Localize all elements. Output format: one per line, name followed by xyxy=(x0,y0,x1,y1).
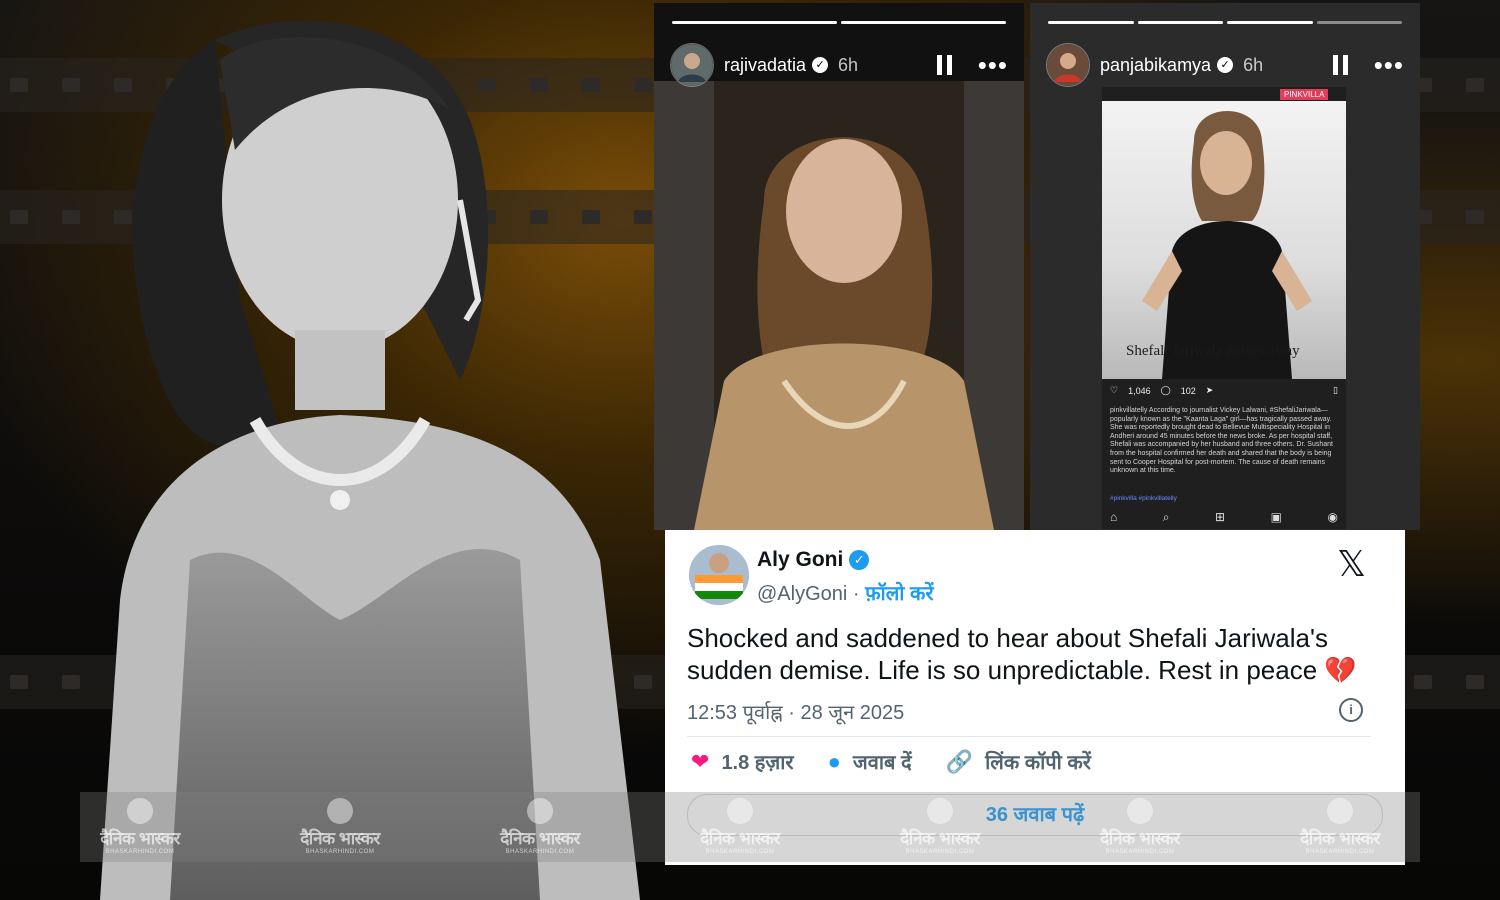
info-icon[interactable]: i xyxy=(1339,698,1363,722)
copy-link-button[interactable]: 🔗 लिंक कॉपी करें xyxy=(946,748,1091,775)
link-icon: 🔗 xyxy=(945,748,974,774)
x-logo-icon[interactable]: 𝕏 xyxy=(1337,544,1366,585)
more-options-icon[interactable]: ••• xyxy=(1374,52,1404,78)
pause-icon[interactable] xyxy=(1332,55,1348,75)
post-body-text: pinkvillatelly According to journalist V… xyxy=(1110,407,1333,475)
like-count: 1,046 xyxy=(1128,385,1151,396)
tweet-text: Shocked and saddened to hear about Shefa… xyxy=(687,623,1357,685)
post-caption: Shefali Jariwala passes away xyxy=(1126,343,1300,359)
add-post-icon[interactable]: ⊞ xyxy=(1215,510,1225,525)
story-progress-bar xyxy=(672,21,1006,24)
portrait-image xyxy=(100,20,640,900)
avatar[interactable] xyxy=(689,545,749,605)
verified-badge-icon: ✓ xyxy=(812,57,829,73)
instagram-story-panjabikamya[interactable]: panjabikamya ✓ 6h ••• PINKVILLA Shefali … xyxy=(1030,3,1420,530)
divider xyxy=(687,736,1371,737)
instagram-bottom-nav: ⌂ ⌕ ⊞ ▣ ◉ xyxy=(1110,510,1338,525)
profile-icon[interactable]: ◉ xyxy=(1328,510,1338,525)
verified-badge-icon: ✓ xyxy=(1217,57,1234,73)
story-username[interactable]: panjabikamya xyxy=(1100,55,1211,76)
story-time: 6h xyxy=(838,54,859,75)
story-photo xyxy=(654,81,1024,530)
home-icon[interactable]: ⌂ xyxy=(1110,510,1117,525)
more-options-icon[interactable]: ••• xyxy=(978,52,1008,78)
follow-link[interactable]: फ़ॉलो करें xyxy=(865,583,933,605)
tweet-timestamp[interactable]: 12:53 पूर्वाह्न · 28 जून 2025 xyxy=(687,698,904,725)
reply-button[interactable]: ● जवाब दें xyxy=(828,748,912,775)
reels-icon[interactable]: ▣ xyxy=(1271,510,1282,525)
post-photo xyxy=(1102,101,1346,379)
like-button[interactable]: ❤ 1.8 हज़ार xyxy=(691,748,794,775)
watermark-logo: दैनिक भास्कर BHASKARHINDI.COM xyxy=(480,798,600,855)
watermark-logo: दैनिक भास्कर BHASKARHINDI.COM xyxy=(280,798,400,855)
avatar[interactable] xyxy=(1046,43,1090,87)
story-username[interactable]: rajivadatia xyxy=(724,55,806,76)
pause-icon[interactable] xyxy=(936,55,952,75)
shared-instagram-post[interactable]: PINKVILLA Shefali Jariwala passes away ♡… xyxy=(1102,87,1346,529)
reply-bubble-icon: ● xyxy=(827,748,841,774)
story-header: rajivadatia ✓ 6h ••• xyxy=(670,43,1008,87)
story-progress-bar xyxy=(1048,21,1402,24)
verified-badge-icon: ✓ xyxy=(849,550,870,570)
heart-icon: ❤ xyxy=(691,748,710,774)
watermark-logo: दैनिक भास्कर BHASKARHINDI.COM xyxy=(80,798,200,855)
comment-count: 102 xyxy=(1180,385,1196,396)
story-time: 6h xyxy=(1243,54,1264,75)
search-icon[interactable]: ⌕ xyxy=(1163,510,1170,525)
post-actions: ♡ 1,046 ◯ 102 ➤ ▯ xyxy=(1110,385,1338,396)
post-brand-tag: PINKVILLA xyxy=(1280,89,1329,100)
bookmark-icon[interactable]: ▯ xyxy=(1333,385,1338,396)
tweet-author-name[interactable]: Aly Goni ✓ xyxy=(757,548,870,572)
watermark-logo: दैनिक भास्कर BHASKARHINDI.COM xyxy=(1280,798,1400,855)
tweet-actions: ❤ 1.8 हज़ार ● जवाब दें 🔗 लिंक कॉपी करें xyxy=(691,748,1125,775)
post-hashtags[interactable]: #pinkvilla #pinkvillatelly xyxy=(1110,495,1177,502)
instagram-story-rajivadatia[interactable]: rajivadatia ✓ 6h ••• xyxy=(654,3,1024,530)
broken-heart-icon: 💔 xyxy=(1324,655,1357,685)
tweet-author-handle: @AlyGoni · फ़ॉलो करें xyxy=(757,583,934,605)
story-header: panjabikamya ✓ 6h ••• xyxy=(1046,43,1404,87)
like-icon[interactable]: ♡ xyxy=(1110,385,1118,396)
watermark-logo: दैनिक भास्कर BHASKARHINDI.COM xyxy=(880,798,1000,855)
share-icon[interactable]: ➤ xyxy=(1206,385,1214,396)
watermark-logo: दैनिक भास्कर BHASKARHINDI.COM xyxy=(1080,798,1200,855)
comment-icon[interactable]: ◯ xyxy=(1161,385,1171,396)
avatar[interactable] xyxy=(670,43,714,87)
watermark-logo: दैनिक भास्कर BHASKARHINDI.COM xyxy=(680,798,800,855)
